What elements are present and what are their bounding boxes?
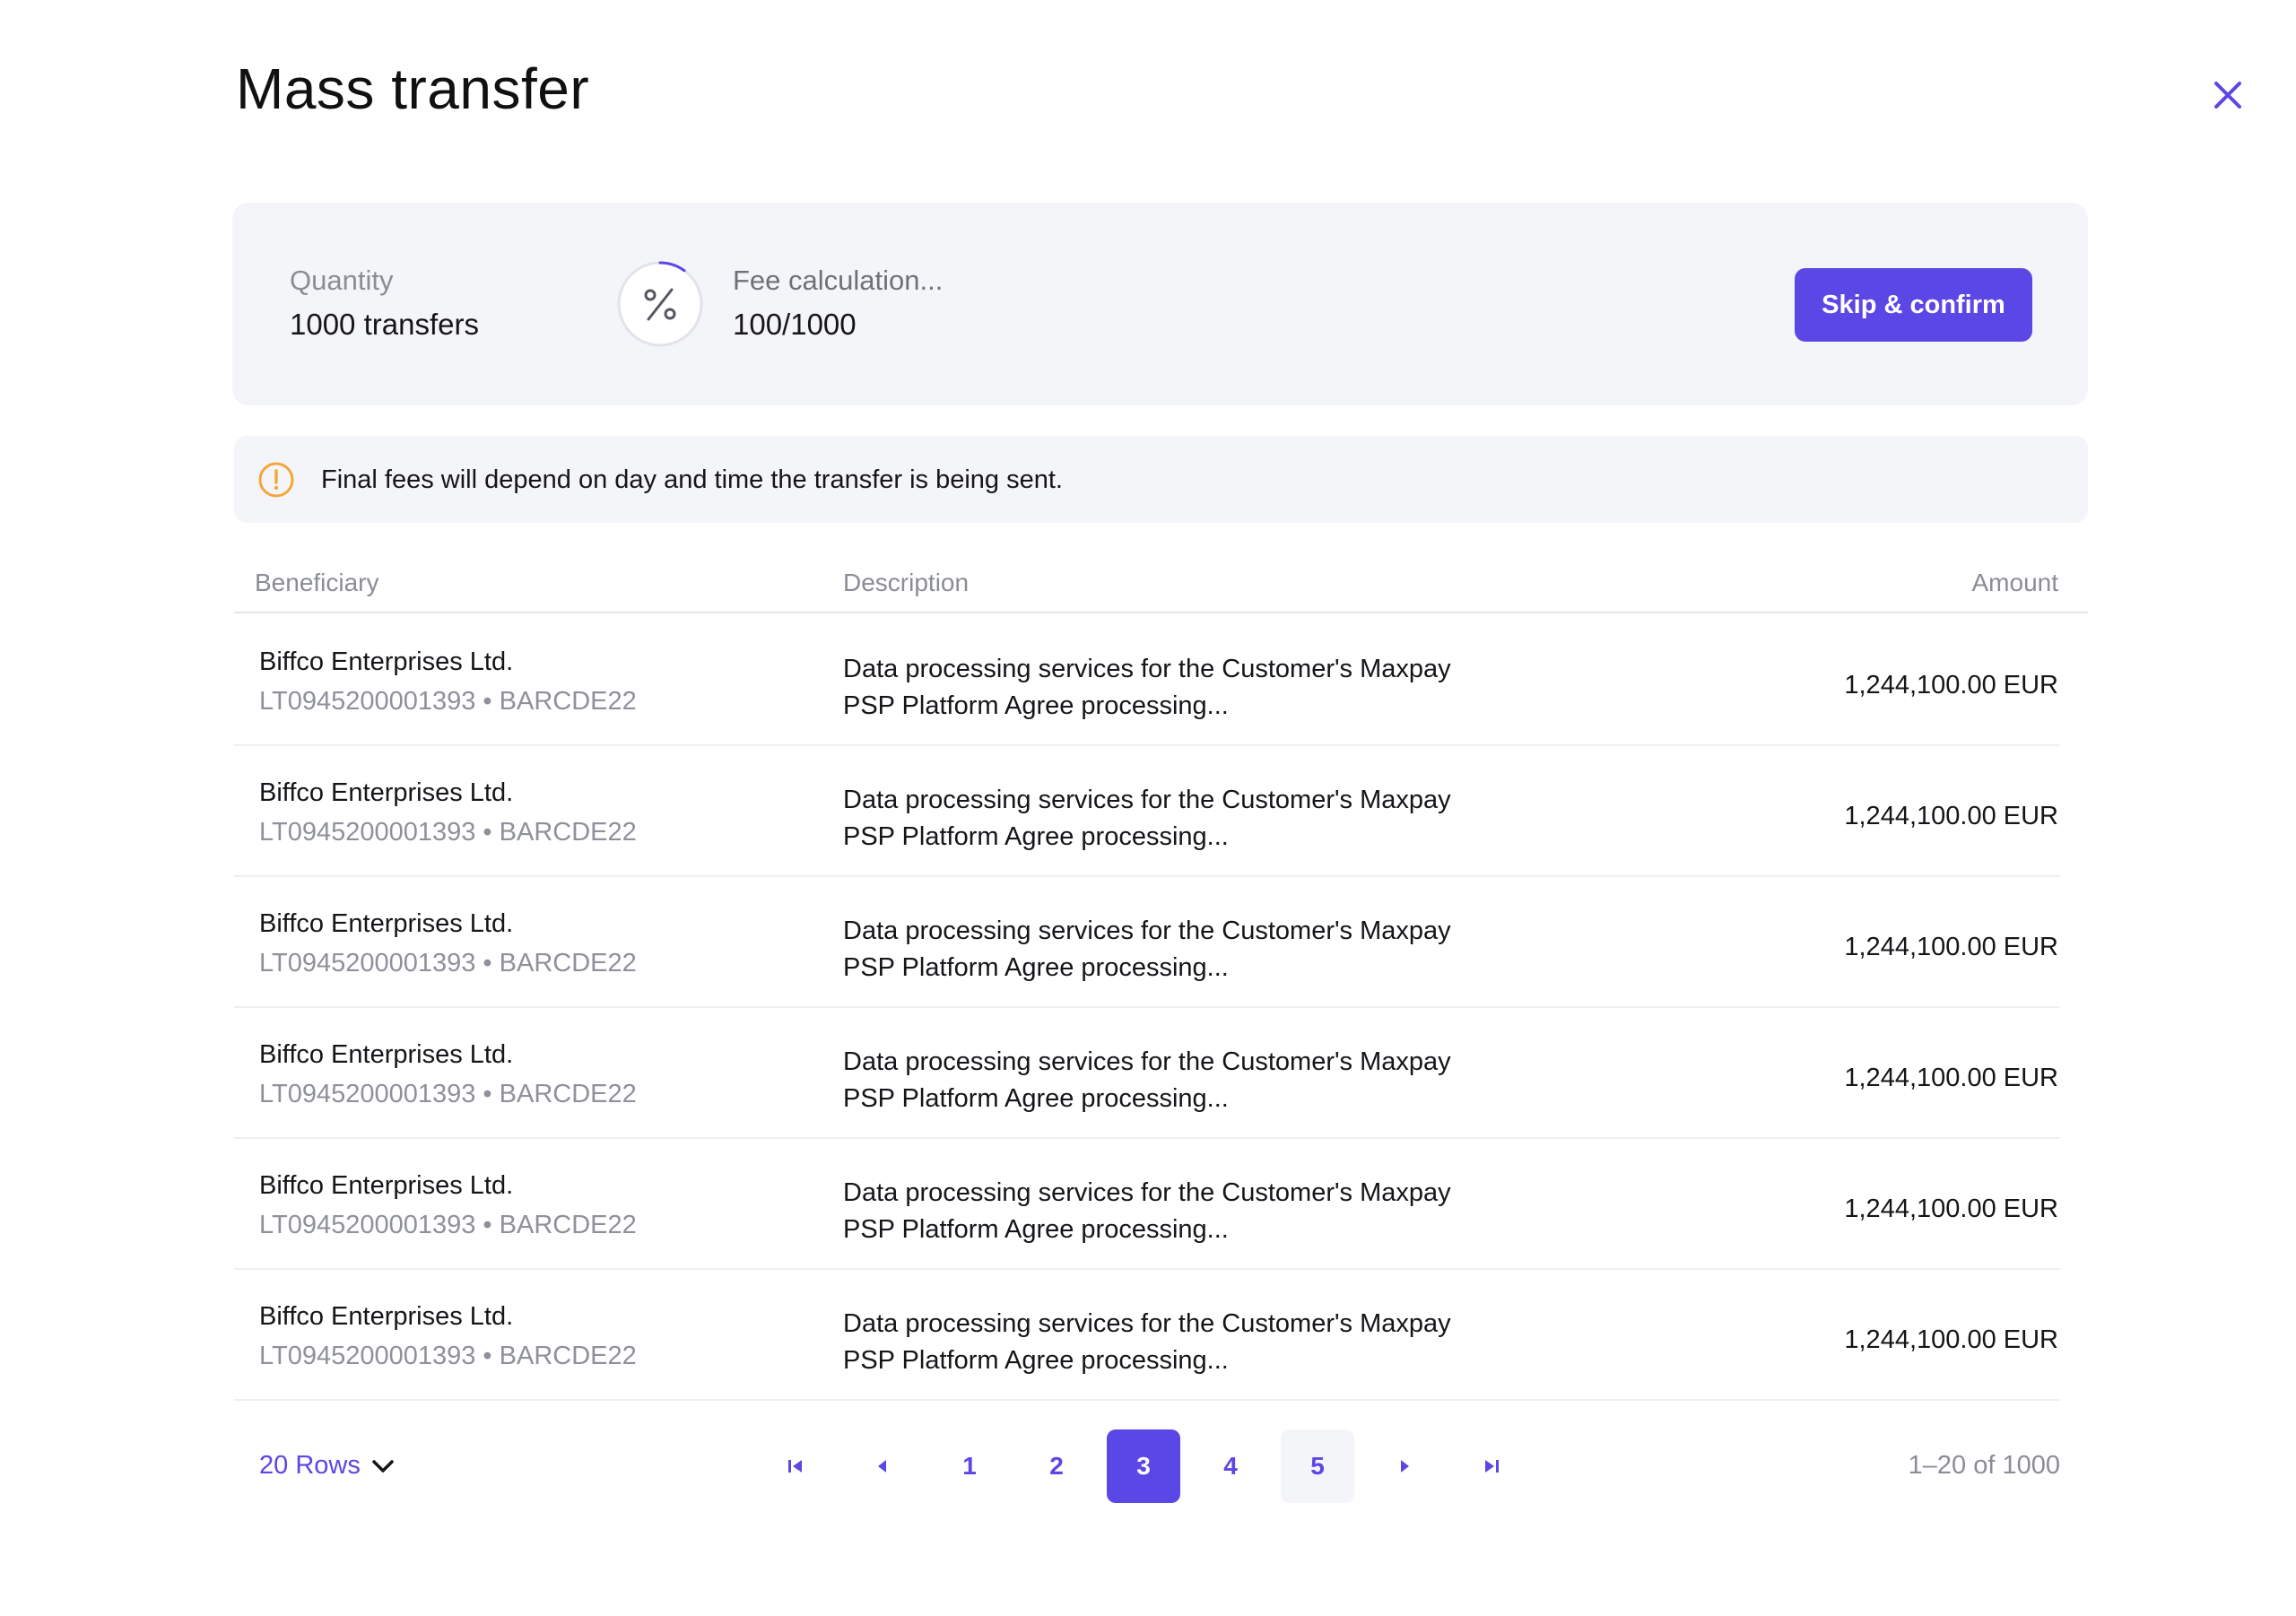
prev-page-button[interactable]	[846, 1429, 919, 1503]
summary-card: Quantity 1000 transfers Fee calculation.…	[232, 203, 2088, 405]
table-row[interactable]: Biffco Enterprises Ltd. LT0945200001393 …	[234, 746, 2060, 877]
description-line: Data processing services for the Custome…	[843, 1047, 1451, 1076]
table-header: Beneficiary Description Amount	[234, 538, 2088, 613]
description-line: PSP Platform Agree processing...	[843, 1084, 1229, 1113]
description-line: Data processing services for the Custome…	[843, 655, 1451, 683]
amount-cell: 1,244,100.00 EUR	[1844, 1064, 2058, 1092]
rows-per-page-label: 20 Rows	[259, 1451, 361, 1480]
description-cell: Data processing services for the Custome…	[843, 1306, 1525, 1379]
table-row[interactable]: Biffco Enterprises Ltd. LT0945200001393 …	[234, 1008, 2060, 1139]
beneficiary-name: Biffco Enterprises Ltd.	[259, 1171, 514, 1200]
description-cell: Data processing services for the Custome…	[843, 1044, 1525, 1117]
page-4-button[interactable]: 4	[1194, 1429, 1267, 1503]
amount-cell: 1,244,100.00 EUR	[1844, 671, 2058, 699]
last-page-button[interactable]	[1455, 1429, 1528, 1503]
pagination: 20 Rows 1 2 3 4 5 1–20 of 1000	[234, 1429, 2060, 1505]
fee-progress-value: 100/1000	[733, 308, 857, 341]
table-row[interactable]: Biffco Enterprises Ltd. LT0945200001393 …	[234, 877, 2060, 1008]
amount-cell: 1,244,100.00 EUR	[1844, 802, 2058, 830]
quantity-value: 1000 transfers	[290, 308, 479, 341]
close-icon	[2214, 82, 2241, 109]
column-beneficiary[interactable]: Beneficiary	[255, 569, 379, 597]
amount-cell: 1,244,100.00 EUR	[1844, 1195, 2058, 1223]
rows-per-page-select[interactable]: 20 Rows	[259, 1451, 395, 1481]
beneficiary-name: Biffco Enterprises Ltd.	[259, 778, 514, 807]
page-range-info: 1–20 of 1000	[1908, 1451, 2060, 1480]
amount-cell: 1,244,100.00 EUR	[1844, 933, 2058, 961]
fee-calculation-label: Fee calculation...	[733, 265, 944, 296]
skip-confirm-button[interactable]: Skip & confirm	[1795, 268, 2032, 342]
description-line: PSP Platform Agree processing...	[843, 1215, 1229, 1244]
page-1-button[interactable]: 1	[933, 1429, 1006, 1503]
quantity-label: Quantity	[290, 265, 394, 296]
transfers-table: Biffco Enterprises Ltd. LT0945200001393 …	[234, 615, 2088, 1401]
description-cell: Data processing services for the Custome…	[843, 782, 1525, 856]
table-row[interactable]: Biffco Enterprises Ltd. LT0945200001393 …	[234, 1139, 2060, 1270]
beneficiary-iban: LT0945200001393 • BARCDE22	[259, 1080, 637, 1108]
description-line: PSP Platform Agree processing...	[843, 953, 1229, 982]
description-line: Data processing services for the Custome…	[843, 1309, 1451, 1338]
first-page-button[interactable]	[759, 1429, 832, 1503]
description-line: PSP Platform Agree processing...	[843, 822, 1229, 851]
description-line: Data processing services for the Custome…	[843, 917, 1451, 945]
prev-page-icon	[878, 1460, 886, 1473]
last-page-icon	[1485, 1460, 1499, 1473]
description-line: Data processing services for the Custome…	[843, 786, 1451, 814]
beneficiary-iban: LT0945200001393 • BARCDE22	[259, 818, 637, 847]
beneficiary-iban: LT0945200001393 • BARCDE22	[259, 949, 637, 977]
table-row[interactable]: Biffco Enterprises Ltd. LT0945200001393 …	[234, 615, 2060, 746]
notice-text: Final fees will depend on day and time t…	[321, 465, 1063, 494]
next-page-icon	[1401, 1460, 1409, 1473]
next-page-button[interactable]	[1368, 1429, 1441, 1503]
table-row[interactable]: Biffco Enterprises Ltd. LT0945200001393 …	[234, 1270, 2060, 1401]
alert-circle-icon	[258, 462, 294, 498]
page-title: Mass transfer	[236, 56, 590, 121]
page-3-button[interactable]: 3	[1107, 1429, 1180, 1503]
beneficiary-name: Biffco Enterprises Ltd.	[259, 647, 514, 676]
description-line: PSP Platform Agree processing...	[843, 691, 1229, 720]
column-amount[interactable]: Amount	[1972, 569, 2059, 597]
description-cell: Data processing services for the Custome…	[843, 913, 1525, 986]
beneficiary-iban: LT0945200001393 • BARCDE22	[259, 1211, 637, 1239]
page-5-button[interactable]: 5	[1281, 1429, 1354, 1503]
description-cell: Data processing services for the Custome…	[843, 1175, 1525, 1248]
beneficiary-iban: LT0945200001393 • BARCDE22	[259, 1342, 637, 1370]
beneficiary-name: Biffco Enterprises Ltd.	[259, 1302, 514, 1331]
first-page-icon	[788, 1460, 802, 1473]
description-line: PSP Platform Agree processing...	[843, 1346, 1229, 1375]
beneficiary-iban: LT0945200001393 • BARCDE22	[259, 687, 637, 716]
beneficiary-name: Biffco Enterprises Ltd.	[259, 909, 514, 938]
description-line: Data processing services for the Custome…	[843, 1178, 1451, 1207]
fee-notice: Final fees will depend on day and time t…	[234, 436, 2088, 523]
description-cell: Data processing services for the Custome…	[843, 651, 1525, 725]
column-description[interactable]: Description	[843, 569, 969, 597]
beneficiary-name: Biffco Enterprises Ltd.	[259, 1040, 514, 1069]
page-2-button[interactable]: 2	[1020, 1429, 1093, 1503]
fee-progress-ring	[617, 261, 703, 347]
chevron-down-icon	[372, 1459, 394, 1473]
close-button[interactable]	[2206, 74, 2249, 117]
amount-cell: 1,244,100.00 EUR	[1844, 1325, 2058, 1354]
